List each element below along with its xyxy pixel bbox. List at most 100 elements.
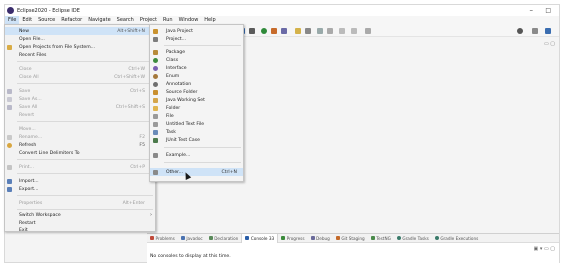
new-example[interactable]: Example... (150, 151, 243, 159)
import-icon (7, 178, 12, 184)
editor-minimize-maximize-icon[interactable]: ▭ ▢ (544, 41, 555, 47)
console-panel: Problems Javadoc Declaration Console 33 … (147, 233, 559, 263)
file-menu-revert[interactable]: Revert (5, 111, 155, 119)
new-class[interactable]: Class (150, 56, 243, 64)
next-annotation-icon[interactable] (317, 28, 323, 34)
problems-icon (150, 236, 154, 240)
java-perspective-icon[interactable] (545, 28, 551, 34)
tab-javadoc[interactable]: Javadoc (178, 234, 206, 243)
project-icon (153, 36, 158, 42)
coverage-icon[interactable] (271, 28, 277, 34)
file-menu-convert-line-delimiters[interactable]: Convert Line Delimiters To › (5, 149, 155, 157)
settings-icon[interactable] (249, 28, 255, 34)
run-icon[interactable] (261, 28, 267, 34)
file-menu-save-as[interactable]: Save As... (5, 95, 155, 103)
file-menu-close-all[interactable]: Close All Ctrl+Shift+W (5, 73, 155, 81)
new-file[interactable]: File (150, 112, 243, 120)
menu-separator (17, 209, 153, 210)
new-package-icon[interactable] (295, 28, 301, 34)
pin-editor-icon[interactable] (365, 28, 371, 34)
new-java-working-set[interactable]: Java Working Set (150, 96, 243, 104)
interface-icon (153, 65, 158, 71)
file-menu-open-projects[interactable]: Open Projects from File System... (5, 43, 155, 51)
file-menu-recent-files[interactable]: Recent Files › (5, 51, 155, 59)
new-submenu: Java Project Project... Package Class In… (149, 24, 244, 182)
file-menu-properties[interactable]: Properties Alt+Enter (5, 199, 155, 207)
menu-separator (17, 83, 153, 84)
new-untitled-text-file[interactable]: Untitled Text File (150, 120, 243, 128)
menu-separator (17, 173, 153, 174)
gradle-executions-icon (434, 236, 439, 240)
testng-icon (370, 236, 375, 240)
minimize-button[interactable]: – (530, 6, 534, 14)
maximize-button[interactable]: □ (545, 7, 551, 14)
new-source-folder[interactable]: Source Folder (150, 88, 243, 96)
file-menu-import[interactable]: Import... (5, 177, 155, 185)
tab-testng[interactable]: TestNG (368, 234, 394, 243)
console-tab-bar: Problems Javadoc Declaration Console 33 … (147, 233, 559, 243)
task-icon (153, 129, 158, 135)
console-view-menu-icon[interactable]: ▣ ▾ ▭ ▢ (534, 246, 555, 252)
open-perspective-icon[interactable] (532, 28, 538, 34)
file-menu-move[interactable]: Move... (5, 125, 155, 133)
eclipse-logo-icon (7, 7, 14, 14)
rename-icon (7, 134, 12, 140)
file-menu-save[interactable]: Save Ctrl+S (5, 87, 155, 95)
open-type-icon[interactable] (305, 28, 311, 34)
file-icon (153, 113, 158, 119)
console-tab-badge: 33 (268, 235, 275, 241)
gradle-tasks-icon (396, 236, 401, 240)
tab-debug[interactable]: Debug (308, 234, 333, 243)
annotation-icon (153, 81, 158, 87)
new-interface[interactable]: Interface (150, 64, 243, 72)
file-menu-close[interactable]: Close Ctrl+W (5, 65, 155, 73)
tab-declaration[interactable]: Declaration (206, 234, 242, 243)
file-menu-print[interactable]: Print... Ctrl+P (5, 163, 155, 171)
debug-tab-icon (310, 236, 315, 240)
menu-separator (17, 121, 153, 122)
file-menu-exit[interactable]: Exit (5, 226, 155, 234)
folder-icon (7, 44, 12, 50)
tab-problems[interactable]: Problems (147, 234, 178, 243)
new-folder[interactable]: Folder (150, 104, 243, 112)
search-icon[interactable] (517, 28, 523, 34)
submenu-arrow-icon: › (150, 212, 152, 218)
tab-progress[interactable]: Progress (278, 234, 307, 243)
new-other[interactable]: Other... Ctrl+N (150, 168, 243, 176)
file-menu-switch-workspace[interactable]: Switch Workspace › (5, 211, 155, 219)
menu-separator (17, 61, 153, 62)
new-project[interactable]: Project... (150, 35, 243, 43)
tab-git-staging[interactable]: Git Staging (333, 234, 368, 243)
javadoc-icon (180, 236, 185, 240)
package-icon (153, 49, 158, 55)
progress-icon (281, 236, 286, 240)
file-menu-open-file[interactable]: Open File... (5, 35, 155, 43)
other-icon (153, 169, 158, 175)
external-tools-icon[interactable] (281, 28, 287, 34)
file-menu-rename[interactable]: Rename... F2 (5, 133, 155, 141)
tab-console[interactable]: Console 33 (241, 233, 279, 243)
new-enum[interactable]: Enum (150, 72, 243, 80)
forward-icon[interactable] (351, 28, 357, 34)
new-task[interactable]: Task (150, 128, 243, 136)
git-staging-icon (335, 236, 340, 240)
menu-separator (17, 159, 153, 160)
java-project-icon (153, 28, 158, 34)
file-menu-save-all[interactable]: Save All Ctrl+Shift+S (5, 103, 155, 111)
previous-annotation-icon[interactable] (327, 28, 333, 34)
refresh-icon (7, 142, 12, 148)
tab-gradle-executions[interactable]: Gradle Executions (432, 234, 482, 243)
class-icon (153, 57, 158, 63)
folder-icon (153, 105, 158, 111)
file-menu-new[interactable]: New Alt+Shift+N › (5, 27, 155, 35)
file-menu-export[interactable]: Export... (5, 185, 155, 193)
menu-separator (164, 147, 241, 148)
new-java-project[interactable]: Java Project (150, 27, 243, 35)
file-menu-refresh[interactable]: Refresh F5 (5, 141, 155, 149)
enum-icon (153, 73, 158, 79)
new-package[interactable]: Package (150, 48, 243, 56)
back-icon[interactable] (339, 28, 345, 34)
new-annotation[interactable]: Annotation (150, 80, 243, 88)
new-junit-test-case[interactable]: JUnit Test Case (150, 136, 243, 144)
tab-gradle-tasks[interactable]: Gradle Tasks (394, 234, 432, 243)
